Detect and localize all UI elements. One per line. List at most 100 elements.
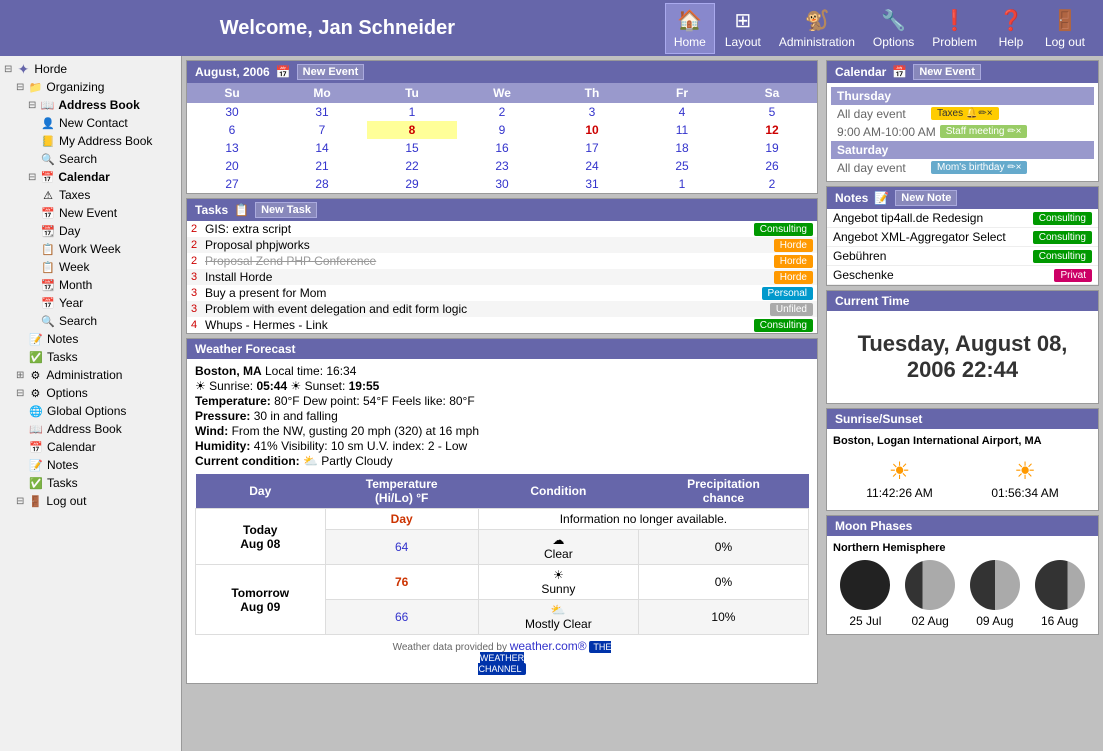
cal-header-fr: Fr — [637, 83, 727, 103]
calendar-new-event-btn[interactable]: New Event — [913, 64, 981, 80]
workweek-icon: 📋 — [40, 241, 56, 257]
sidebar-item-options-tasks[interactable]: ✅ Tasks — [0, 474, 181, 492]
nav-home[interactable]: 🏠 Home — [665, 3, 715, 54]
note-label[interactable]: Angebot XML-Aggregator Select — [833, 230, 1033, 244]
birthday-event[interactable]: Mom's birthday ✏× — [931, 161, 1027, 174]
sidebar-item-day[interactable]: 📆 Day — [0, 222, 181, 240]
sidebar: ⊟ ✦ Horde ⊟ 📁 Organizing ⊟ 📖 Address Boo… — [0, 56, 182, 751]
note-label[interactable]: Geschenke — [833, 268, 1054, 282]
new-event-button[interactable]: New Event — [297, 64, 365, 80]
main-layout: ⊟ ✦ Horde ⊟ 📁 Organizing ⊟ 📖 Address Boo… — [0, 56, 1103, 751]
calendar-day-cell[interactable]: 21 — [277, 157, 367, 175]
nav-problem[interactable]: ❗ Problem — [924, 4, 985, 53]
task-label[interactable]: Problem with event delegation and edit f… — [205, 302, 770, 316]
staff-meeting-event[interactable]: Staff meeting ✏× — [940, 125, 1028, 138]
sidebar-item-sidebar-logout[interactable]: ⊟ 🚪 Log out — [0, 492, 181, 510]
calendar-day-cell[interactable]: 25 — [637, 157, 727, 175]
calendar-day-cell[interactable]: 30 — [187, 103, 277, 121]
calendar-day-cell[interactable]: 19 — [727, 139, 817, 157]
calendar-day-cell[interactable]: 3 — [547, 103, 637, 121]
calendar-day-cell[interactable]: 11 — [637, 121, 727, 139]
calendar-day-cell[interactable]: 20 — [187, 157, 277, 175]
calendar-day-cell[interactable]: 22 — [367, 157, 457, 175]
sidebar-item-addressbook[interactable]: ⊟ 📖 Address Book — [0, 96, 181, 114]
nav-administration[interactable]: 🐒 Administration — [771, 4, 863, 53]
calendar-day-cell[interactable]: 23 — [457, 157, 547, 175]
calendar-day-cell[interactable]: 6 — [187, 121, 277, 139]
sidebar-item-administration[interactable]: ⊞ ⚙ Administration — [0, 366, 181, 384]
calendar-day-cell[interactable]: 28 — [277, 175, 367, 193]
sunset-item: ☀ 01:56:34 AM — [991, 457, 1058, 500]
calendar-day-cell[interactable]: 16 — [457, 139, 547, 157]
calendar-day-cell[interactable]: 10 — [547, 121, 637, 139]
sidebar-item-taxes[interactable]: ⚠ Taxes — [0, 186, 181, 204]
logout-icon: 🚪 — [1053, 8, 1078, 33]
notes-row: GebührenConsulting — [827, 247, 1098, 266]
sidebar-item-notes[interactable]: 📝 Notes — [0, 330, 181, 348]
sidebar-item-options-calendar[interactable]: 📅 Calendar — [0, 438, 181, 456]
current-time-body: Tuesday, August 08, 2006 22:44 — [827, 311, 1098, 403]
calendar-day-cell[interactable]: 9 — [457, 121, 547, 139]
calendar-day-cell[interactable]: 13 — [187, 139, 277, 157]
sidebar-item-calendar[interactable]: ⊟ 📅 Calendar — [0, 168, 181, 186]
calendar-day-cell[interactable]: 31 — [547, 175, 637, 193]
notes-new-btn[interactable]: New Note — [895, 190, 957, 206]
sidebar-item-new-event[interactable]: 📅 New Event — [0, 204, 181, 222]
weather-location: Boston, MA — [195, 364, 262, 378]
task-label[interactable]: Proposal Zend PHP Conference — [205, 254, 774, 268]
sidebar-item-options[interactable]: ⊟ ⚙ Options — [0, 384, 181, 402]
calendar-day-cell[interactable]: 29 — [367, 175, 457, 193]
moon-hemisphere: Northern Hemisphere — [833, 542, 1092, 554]
note-label[interactable]: Gebühren — [833, 249, 1033, 263]
nav-layout[interactable]: ⊞ Layout — [717, 4, 769, 53]
nav-logout[interactable]: 🚪 Log out — [1037, 4, 1093, 53]
nav-options[interactable]: 🔧 Options — [865, 4, 922, 53]
nav-help[interactable]: ❓ Help — [987, 4, 1035, 53]
sidebar-item-new-contact[interactable]: 👤 New Contact — [0, 114, 181, 132]
sidebar-item-week[interactable]: 📋 Week — [0, 258, 181, 276]
sidebar-item-my-addressbook[interactable]: 📒 My Address Book — [0, 132, 181, 150]
task-row: 3Buy a present for MomPersonal — [187, 285, 817, 301]
sidebar-item-tasks[interactable]: ✅ Tasks — [0, 348, 181, 366]
calendar-day-cell[interactable]: 27 — [187, 175, 277, 193]
weather-body: Boston, MA Local time: 16:34 ☀ Sunrise: … — [187, 359, 817, 683]
sidebar-item-global-options[interactable]: 🌐 Global Options — [0, 402, 181, 420]
task-label[interactable]: Proposal phpjworks — [205, 238, 774, 252]
calendar-day-cell[interactable]: 12 — [727, 121, 817, 139]
sidebar-item-workweek[interactable]: 📋 Work Week — [0, 240, 181, 258]
calendar-day-cell[interactable]: 2 — [457, 103, 547, 121]
calendar-day-cell[interactable]: 18 — [637, 139, 727, 157]
sidebar-item-options-notes[interactable]: 📝 Notes — [0, 456, 181, 474]
weather-pressure-row: Pressure: 30 in and falling — [195, 409, 809, 423]
task-label[interactable]: Whups - Hermes - Link — [205, 318, 754, 332]
sidebar-item-calendar-search[interactable]: 🔍 Search — [0, 312, 181, 330]
notes-right-icon: 📝 — [874, 191, 889, 205]
calendar-day-cell[interactable]: 26 — [727, 157, 817, 175]
new-task-button[interactable]: New Task — [255, 202, 317, 218]
sidebar-item-month[interactable]: 📆 Month — [0, 276, 181, 294]
calendar-day-cell[interactable]: 30 — [457, 175, 547, 193]
weather-condition-row: Current condition: ⛅ Partly Cloudy — [195, 454, 809, 468]
calendar-day-cell[interactable]: 1 — [367, 103, 457, 121]
calendar-day-cell[interactable]: 31 — [277, 103, 367, 121]
calendar-day-cell[interactable]: 5 — [727, 103, 817, 121]
calendar-day-cell[interactable]: 2 — [727, 175, 817, 193]
weather-link[interactable]: weather.com® — [510, 639, 587, 653]
task-label[interactable]: Buy a present for Mom — [205, 286, 762, 300]
calendar-day-cell[interactable]: 17 — [547, 139, 637, 157]
calendar-day-cell[interactable]: 24 — [547, 157, 637, 175]
calendar-day-cell[interactable]: 1 — [637, 175, 727, 193]
calendar-day-cell[interactable]: 4 — [637, 103, 727, 121]
sidebar-item-year[interactable]: 📅 Year — [0, 294, 181, 312]
sidebar-item-options-addressbook[interactable]: 📖 Address Book — [0, 420, 181, 438]
sidebar-item-addressbook-search[interactable]: 🔍 Search — [0, 150, 181, 168]
sidebar-item-horde[interactable]: ⊟ ✦ Horde — [0, 60, 181, 78]
calendar-day-cell[interactable]: 14 — [277, 139, 367, 157]
sidebar-item-organizing[interactable]: ⊟ 📁 Organizing — [0, 78, 181, 96]
note-label[interactable]: Angebot tip4all.de Redesign — [833, 211, 1033, 225]
calendar-day-cell[interactable]: 15 — [367, 139, 457, 157]
task-label[interactable]: Install Horde — [205, 270, 774, 284]
task-label[interactable]: GIS: extra script — [205, 222, 754, 236]
taxes-event[interactable]: Taxes 🔔✏× — [931, 107, 999, 120]
calendar-day-cell[interactable]: 7 — [277, 121, 367, 139]
